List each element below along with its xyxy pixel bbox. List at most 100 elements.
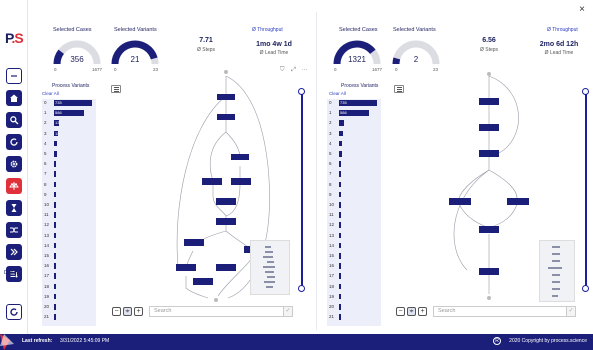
zoom-fit-button[interactable]: ⌖: [123, 307, 132, 316]
variant-row[interactable]: 8: [327, 181, 381, 188]
avg-steps-label: Ø Steps: [196, 47, 216, 53]
rail-button-gear[interactable]: [6, 156, 22, 172]
variant-row[interactable]: 16: [42, 262, 96, 269]
rail-button-hourglass[interactable]: [6, 200, 22, 216]
variant-row[interactable]: 21: [327, 313, 381, 320]
variant-frequency-bar: [339, 151, 342, 157]
expand-icon[interactable]: ⤢: [291, 67, 296, 73]
variant-row[interactable]: 12: [42, 221, 96, 228]
slider-bottom-handle[interactable]: [298, 285, 305, 292]
selected-variants-value: 2: [413, 55, 419, 64]
variant-frequency-bar: [54, 263, 56, 269]
variant-frequency-bar: [54, 304, 56, 310]
variant-row[interactable]: 9: [327, 191, 381, 198]
process-graph[interactable]: [427, 70, 557, 305]
variant-row[interactable]: 6: [327, 160, 381, 167]
variant-row[interactable]: 18: [42, 283, 96, 290]
variant-row[interactable]: 8: [42, 181, 96, 188]
variant-row[interactable]: 1 586: [42, 109, 96, 116]
variant-row[interactable]: 6: [42, 160, 96, 167]
drilldown-label[interactable]: Drilld...: [4, 270, 21, 276]
zoom-in-button[interactable]: +: [134, 307, 143, 316]
variant-row[interactable]: 12: [327, 221, 381, 228]
menu-icon[interactable]: [394, 85, 404, 93]
variant-row[interactable]: 7: [327, 170, 381, 177]
variant-row[interactable]: 11: [327, 211, 381, 218]
more-options-icon[interactable]: ···: [302, 67, 308, 73]
zoom-out-button[interactable]: −: [112, 307, 121, 316]
variant-row[interactable]: 10: [327, 201, 381, 208]
graph-search-input[interactable]: Search: [433, 306, 567, 317]
menu-icon[interactable]: [111, 85, 121, 93]
search-confirm-button[interactable]: ✓: [566, 306, 576, 317]
variant-frequency-bar: [54, 191, 56, 198]
variant-row[interactable]: 20: [42, 303, 96, 310]
variant-row[interactable]: 17: [42, 272, 96, 279]
variant-row[interactable]: 9: [42, 191, 96, 198]
rail-button-double-chevron-right[interactable]: [6, 244, 22, 260]
graph-minimap[interactable]: [250, 240, 290, 295]
throughput-link[interactable]: Ø Throughput: [252, 27, 283, 33]
variant-row[interactable]: 11: [42, 211, 96, 218]
variant-row[interactable]: 18: [327, 283, 381, 290]
clear-all-link[interactable]: Clear All: [329, 91, 346, 96]
rail-button-search[interactable]: [6, 112, 22, 128]
vertical-slider-track[interactable]: [585, 92, 587, 288]
rail-button-home[interactable]: [6, 90, 22, 106]
variant-row[interactable]: 10: [42, 201, 96, 208]
variant-row[interactable]: 5: [42, 150, 96, 157]
variant-row[interactable]: 7: [42, 170, 96, 177]
variant-row[interactable]: 4: [42, 140, 96, 147]
selected-variants-max: 23: [153, 67, 159, 72]
status-footer: Last refresh: 3/31/2022 5:45:09 PM R 202…: [0, 334, 593, 350]
variant-frequency-bar: [339, 191, 341, 198]
variant-row[interactable]: 0 735: [42, 99, 96, 106]
variant-row[interactable]: 1 586: [327, 109, 381, 116]
variant-row[interactable]: 20: [327, 303, 381, 310]
variant-row[interactable]: 14: [42, 242, 96, 249]
collapse-rail-button[interactable]: [6, 304, 22, 320]
slider-top-handle[interactable]: [298, 88, 305, 95]
variant-row[interactable]: 14: [327, 242, 381, 249]
variant-row[interactable]: 16: [327, 262, 381, 269]
variant-row[interactable]: 0 735: [327, 99, 381, 106]
throughput-link[interactable]: Ø Throughput: [547, 27, 578, 33]
slider-bottom-handle[interactable]: [582, 285, 589, 292]
clear-all-link[interactable]: Clear All: [42, 91, 59, 96]
graph-minimap[interactable]: [539, 240, 575, 302]
variant-row[interactable]: 2: [327, 119, 381, 126]
zoom-fit-button[interactable]: ⌖: [407, 307, 416, 316]
variant-row[interactable]: 4: [327, 140, 381, 147]
zoom-out-button[interactable]: −: [396, 307, 405, 316]
variant-row[interactable]: 21: [42, 313, 96, 320]
variant-row[interactable]: 19: [42, 293, 96, 300]
rail-button-shuffle[interactable]: [6, 222, 22, 238]
variant-row[interactable]: 15: [327, 252, 381, 259]
variant-frequency-bar: [339, 242, 341, 249]
selected-variants-value: 21: [130, 55, 140, 64]
variant-frequency-bar: [339, 161, 341, 167]
variant-row[interactable]: 5: [327, 150, 381, 157]
zoom-in-button[interactable]: +: [418, 307, 427, 316]
rail-button-minus[interactable]: [6, 68, 22, 84]
vertical-slider-track[interactable]: [301, 92, 303, 288]
variant-frequency-bar: [339, 171, 341, 177]
variant-index: 21: [329, 314, 335, 320]
variant-row[interactable]: 3: [327, 130, 381, 137]
selected-variants-min: 0: [114, 67, 117, 72]
copyright-text: 2020 Copyright by process.science: [509, 338, 587, 344]
search-confirm-button[interactable]: ✓: [283, 306, 293, 317]
variant-row[interactable]: 15: [42, 252, 96, 259]
slider-top-handle[interactable]: [582, 88, 589, 95]
graph-search-input[interactable]: Search: [149, 306, 284, 317]
variant-row[interactable]: 2 13: [42, 119, 96, 126]
variant-index: 12: [329, 222, 335, 228]
variant-row[interactable]: 3 11: [42, 130, 96, 137]
variant-row[interactable]: 13: [327, 232, 381, 239]
rail-button-balance[interactable]: [6, 178, 22, 194]
rail-button-refresh[interactable]: [6, 134, 22, 150]
variant-row[interactable]: 13: [42, 232, 96, 239]
variant-row[interactable]: 19: [327, 293, 381, 300]
variant-row[interactable]: 17: [327, 272, 381, 279]
avg-steps-label: Ø Steps: [479, 47, 499, 53]
